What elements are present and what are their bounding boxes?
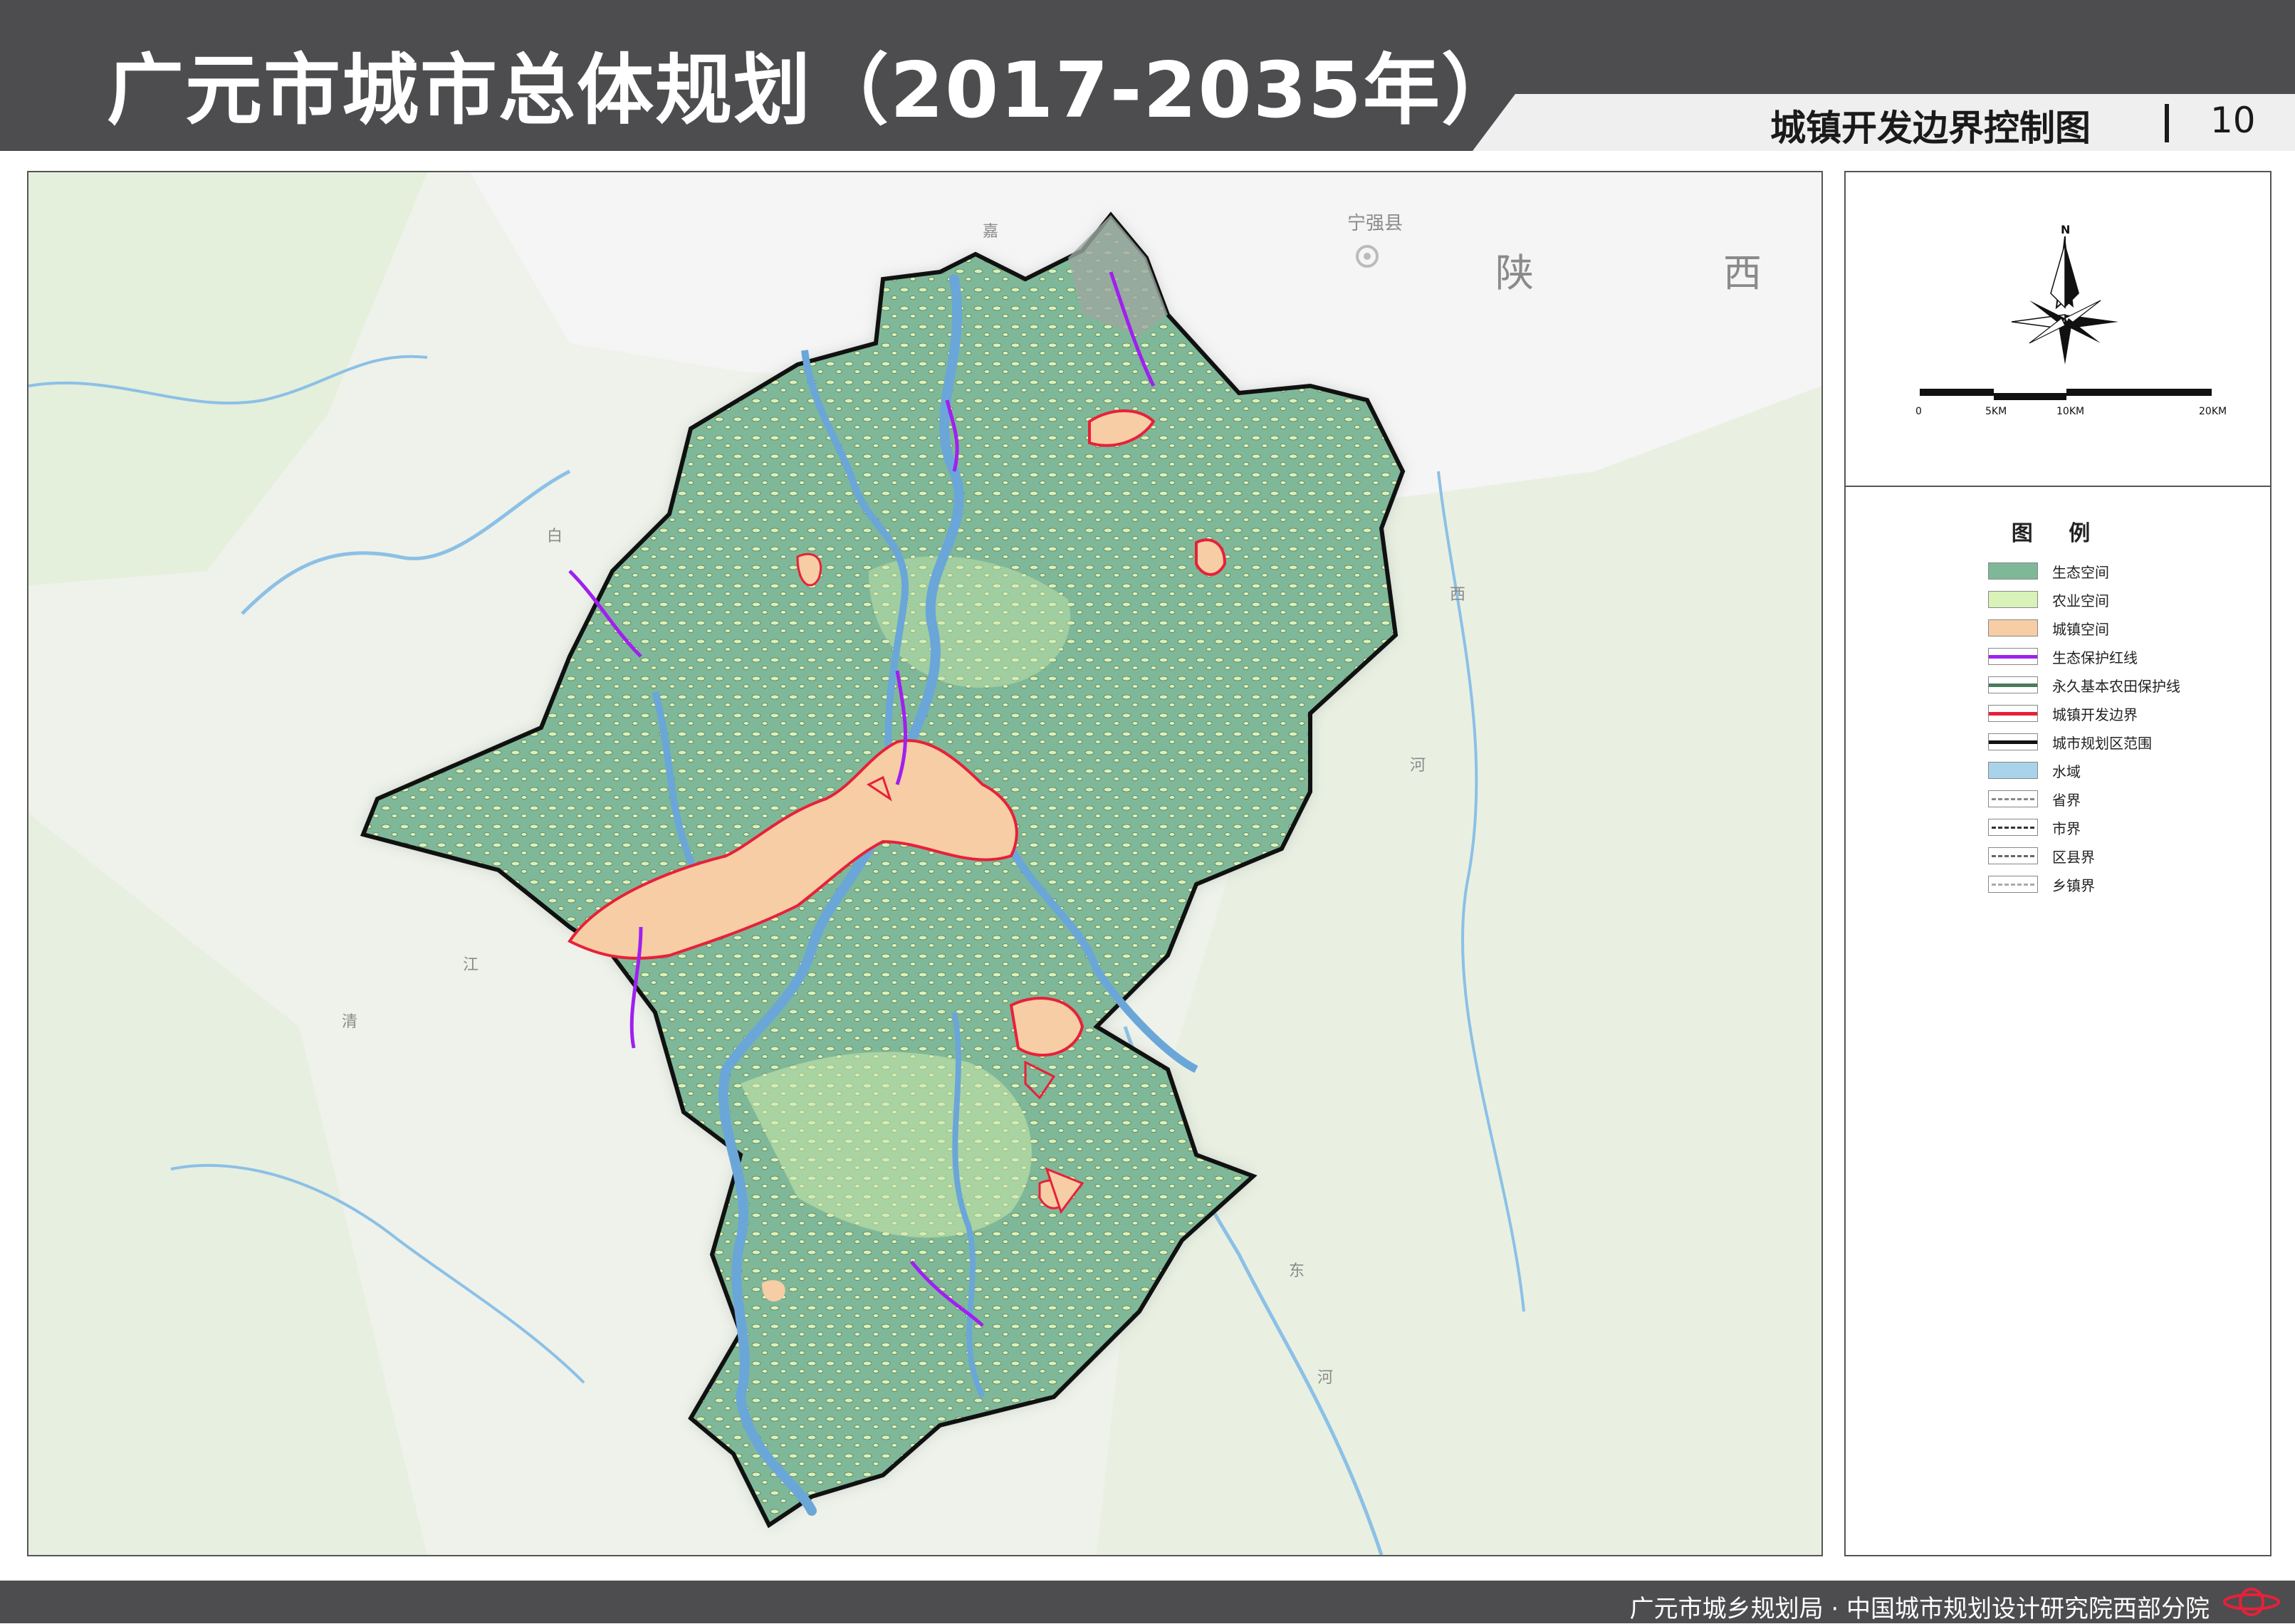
- legend-label: 省界: [2052, 792, 2081, 809]
- legend-item: 生态保护红线: [1988, 644, 2259, 672]
- legend-label: 城市规划区范围: [2052, 735, 2152, 752]
- county-seat-dot: [1364, 253, 1371, 260]
- legend-label: 乡镇界: [2052, 877, 2095, 894]
- label-jia: 嘉: [983, 223, 998, 241]
- header-bar: 广元市城市总体规划（2017-2035年） 城镇开发边界控制图 10: [0, 0, 2295, 151]
- legend-swatch: [1988, 705, 2038, 722]
- legend-swatch: [1988, 648, 2038, 665]
- footer-credits: 广元市城乡规划局 · 中国城市规划设计研究院西部分院: [1629, 1595, 2210, 1623]
- legend-swatch: [1988, 762, 2038, 779]
- label-bai: 白: [547, 528, 563, 545]
- legend-label: 永久基本农田保护线: [2052, 678, 2180, 695]
- legend-item: 生态空间: [1988, 558, 2259, 587]
- page-title: 广元市城市总体规划（2017-2035年）: [107, 46, 1520, 135]
- footer-bar: 广元市城乡规划局 · 中国城市规划设计研究院西部分院: [0, 1581, 2295, 1623]
- north-arrow-icon: N: [2011, 223, 2118, 365]
- scale-label-10: 10KM: [2056, 406, 2084, 417]
- legend-swatch: [1988, 876, 2038, 893]
- legend-label: 城镇开发边界: [2052, 706, 2138, 723]
- legend-title: 图 例: [2011, 521, 2105, 546]
- institute-logo-icon: [2220, 1585, 2284, 1622]
- compass-panel: N 0 5KM 10KM 20KM: [1844, 171, 2272, 487]
- label-xi: 西: [1723, 251, 1762, 295]
- legend-swatch: [1988, 562, 2038, 580]
- legend-swatch: [1988, 733, 2038, 750]
- map-canvas[interactable]: 宁强县 陕 西 嘉 白 清 江 西 河 东 河: [27, 171, 1823, 1556]
- legend-item: 城镇开发边界: [1988, 701, 2259, 729]
- legend-item: 省界: [1988, 786, 2259, 814]
- legend-label: 农业空间: [2052, 592, 2109, 609]
- legend-item: 区县界: [1988, 843, 2259, 871]
- label-jiang: 江: [463, 956, 479, 974]
- map-subtitle: 城镇开发边界控制图: [1770, 108, 2091, 149]
- urban-zone[interactable]: [1195, 538, 1227, 576]
- legend-swatch: [1988, 591, 2038, 608]
- legend-label: 区县界: [2052, 849, 2095, 866]
- legend-swatch: [1988, 676, 2038, 693]
- legend-item: 城镇空间: [1988, 615, 2259, 644]
- label-qing: 清: [342, 1013, 357, 1031]
- legend-item: 乡镇界: [1988, 871, 2259, 900]
- legend-swatch: [1988, 819, 2038, 836]
- label-he: 河: [1410, 757, 1426, 775]
- legend-label: 水域: [2052, 763, 2081, 780]
- page-number: 10: [2210, 100, 2256, 141]
- legend-item: 永久基本农田保护线: [1988, 672, 2259, 701]
- legend-item: 城市规划区范围: [1988, 729, 2259, 758]
- label-shaan: 陕: [1495, 251, 1534, 295]
- label-xi-river: 西: [1450, 586, 1465, 604]
- legend-item: 水域: [1988, 758, 2259, 786]
- compass-svg: N 0 5KM 10KM 20KM: [1915, 223, 2227, 417]
- north-label: N: [2061, 223, 2070, 236]
- scale-label-20: 20KM: [2199, 406, 2227, 417]
- legend-item: 农业空间: [1988, 587, 2259, 615]
- legend-swatch: [1988, 619, 2038, 636]
- legend-label: 生态保护红线: [2052, 649, 2138, 666]
- legend-swatch: [1988, 847, 2038, 864]
- map-svg: 宁强县 陕 西 嘉 白 清 江 西 河 东 河: [28, 172, 1821, 1555]
- label-he2: 河: [1317, 1369, 1333, 1387]
- label-ningqiang: 宁强县: [1347, 213, 1403, 234]
- label-dong: 东: [1289, 1262, 1305, 1280]
- legend-label: 生态空间: [2052, 564, 2109, 581]
- legend-list: 生态空间农业空间城镇空间生态保护红线永久基本农田保护线 城镇开发边界 城市规划区范围…: [1988, 558, 2259, 900]
- scale-bar: 0 5KM 10KM 20KM: [1915, 389, 2227, 417]
- subtitle-divider: [2165, 104, 2169, 142]
- legend-swatch: [1988, 790, 2038, 807]
- scale-label-5: 5KM: [1985, 406, 2007, 417]
- legend-item: 市界: [1988, 814, 2259, 843]
- legend-label: 市界: [2052, 820, 2081, 837]
- scale-label-0: 0: [1915, 406, 1922, 417]
- legend-panel: 图 例 生态空间农业空间城镇空间生态保护红线永久基本农田保护线 城镇开发边界 城市规…: [1844, 487, 2272, 1556]
- legend-label: 城镇空间: [2052, 621, 2109, 638]
